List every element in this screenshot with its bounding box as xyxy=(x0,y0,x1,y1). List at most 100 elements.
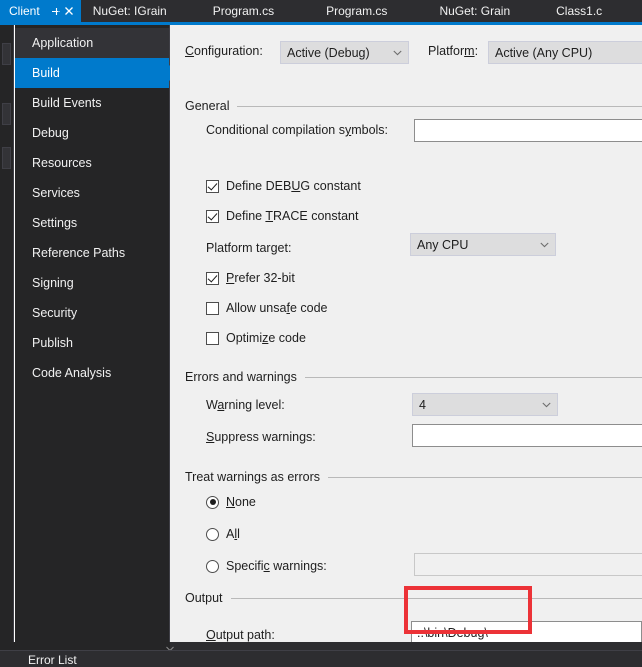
output-path-input[interactable]: ..\bin\Debug\ xyxy=(411,621,642,642)
dock-handle-1[interactable] xyxy=(2,43,11,65)
treat-warnings-specific-label: Specific warnings: xyxy=(226,559,327,573)
warning-level-label: Warning level: xyxy=(206,398,285,412)
warning-level-row: Warning level: xyxy=(206,398,285,412)
sidebar-item-build-events[interactable]: Build Events xyxy=(15,88,169,118)
treat-warnings-none-radio-row[interactable]: None xyxy=(206,495,256,509)
optimize-code-label: Optimize code xyxy=(226,331,306,345)
tab-program-cs-1[interactable]: Program.cs xyxy=(179,0,286,22)
configuration-dropdown[interactable]: Active (Debug) xyxy=(280,41,409,64)
group-rule xyxy=(328,476,642,478)
define-trace-checkbox[interactable] xyxy=(206,209,219,223)
sidebar-item-settings[interactable]: Settings xyxy=(15,208,169,238)
sidebar-item-label: Debug xyxy=(32,126,69,140)
sidebar-item-build[interactable]: Build xyxy=(15,58,178,88)
output-path-label: Output path: xyxy=(206,628,275,642)
platform-target-dropdown[interactable]: Any CPU xyxy=(410,233,556,256)
define-trace-label: Define TRACE constant xyxy=(226,209,359,223)
pin-icon[interactable] xyxy=(49,4,62,18)
sidebar-item-label: Publish xyxy=(32,336,73,350)
treat-warnings-specific-radio-row[interactable]: Specific warnings: xyxy=(206,559,327,573)
platform-target-label: Platform target: xyxy=(206,241,292,255)
treat-warnings-all-radio[interactable] xyxy=(206,527,219,541)
sidebar-item-label: Reference Paths xyxy=(32,246,126,260)
warning-level-dropdown[interactable]: 4 xyxy=(412,393,558,416)
tab-class1-cs[interactable]: Class1.c xyxy=(522,0,614,22)
sidebar-item-label: Settings xyxy=(32,216,78,230)
editor-tab-bar: Client NuGet: IGrain Program.cs Program.… xyxy=(0,0,642,22)
suppress-warnings-input[interactable] xyxy=(412,424,642,447)
dock-strip xyxy=(0,25,14,642)
sidebar-item-label: Services xyxy=(32,186,80,200)
tab-label: Client xyxy=(9,4,40,18)
sidebar-item-reference-paths[interactable]: Reference Paths xyxy=(15,238,169,268)
tab-nuget-igrain[interactable]: NuGet: IGrain xyxy=(81,0,179,22)
sidebar-item-label: Signing xyxy=(32,276,74,290)
configuration-value: Active (Debug) xyxy=(287,45,370,60)
build-properties-pane: Configuration: Active (Debug) Platform: … xyxy=(170,25,642,642)
bottom-panel-divider xyxy=(0,650,642,651)
output-group-title: Output xyxy=(185,591,223,605)
prefer-32bit-checkbox[interactable] xyxy=(206,271,219,285)
tab-nuget-grain[interactable]: NuGet: Grain xyxy=(399,0,522,22)
treat-warnings-group-title: Treat warnings as errors xyxy=(185,470,320,484)
sidebar-item-signing[interactable]: Signing xyxy=(15,268,169,298)
platform-label: Platform: xyxy=(428,44,479,58)
suppress-warnings-label: Suppress warnings: xyxy=(206,430,316,444)
resize-grip-icon[interactable] xyxy=(166,645,174,653)
sidebar-item-label: Code Analysis xyxy=(32,366,112,380)
dock-handle-3[interactable] xyxy=(2,147,11,169)
close-icon[interactable] xyxy=(63,4,76,18)
sidebar-item-label: Build Events xyxy=(32,96,102,110)
platform-target-value: Any CPU xyxy=(417,237,469,252)
define-debug-checkbox[interactable] xyxy=(206,179,219,193)
treat-warnings-all-label: All xyxy=(226,527,240,541)
bottom-panel-left-strip xyxy=(0,642,170,650)
define-debug-label: Define DEBUG constant xyxy=(226,179,361,193)
chevron-down-icon xyxy=(540,242,549,247)
prefer-32bit-checkbox-row[interactable]: Prefer 32-bit xyxy=(206,271,295,285)
optimize-code-checkbox-row[interactable]: Optimize code xyxy=(206,331,306,345)
conditional-symbols-row: Conditional compilation symbols: xyxy=(206,123,388,137)
sidebar-item-debug[interactable]: Debug xyxy=(15,118,169,148)
conditional-symbols-input[interactable] xyxy=(414,119,642,142)
suppress-warnings-row: Suppress warnings: xyxy=(206,430,316,444)
sidebar-item-application[interactable]: Application xyxy=(15,28,169,58)
errors-warnings-group-title: Errors and warnings xyxy=(185,370,297,384)
sidebar-item-resources[interactable]: Resources xyxy=(15,148,169,178)
platform-dropdown[interactable]: Active (Any CPU) xyxy=(488,41,642,64)
allow-unsafe-checkbox[interactable] xyxy=(206,301,219,315)
sidebar-item-label: Security xyxy=(32,306,78,320)
errors-warnings-group-header: Errors and warnings xyxy=(185,370,642,384)
project-properties-category-list: Application Build Build Events Debug Res… xyxy=(15,25,178,642)
define-trace-checkbox-row[interactable]: Define TRACE constant xyxy=(206,209,359,223)
chevron-down-icon xyxy=(542,402,551,407)
platform-value: Active (Any CPU) xyxy=(495,45,593,60)
sidebar-item-services[interactable]: Services xyxy=(15,178,169,208)
allow-unsafe-checkbox-row[interactable]: Allow unsafe code xyxy=(206,301,327,315)
dock-handle-2[interactable] xyxy=(2,103,11,125)
configuration-label: Configuration: xyxy=(185,44,263,58)
treat-warnings-group-header: Treat warnings as errors xyxy=(185,470,642,484)
warning-level-value: 4 xyxy=(419,397,426,412)
sidebar-item-publish[interactable]: Publish xyxy=(15,328,169,358)
output-path-value: ..\bin\Debug\ xyxy=(417,625,488,640)
treat-warnings-all-radio-row[interactable]: All xyxy=(206,527,240,541)
configuration-row: Configuration: xyxy=(185,44,263,58)
sidebar-item-code-analysis[interactable]: Code Analysis xyxy=(15,358,169,388)
group-rule xyxy=(304,376,642,378)
prefer-32bit-label: Prefer 32-bit xyxy=(226,271,295,285)
error-list-tab[interactable]: Error List xyxy=(28,653,77,667)
treat-warnings-none-label: None xyxy=(226,495,256,509)
allow-unsafe-label: Allow unsafe code xyxy=(226,301,328,315)
output-group-header: Output xyxy=(185,591,642,605)
treat-warnings-specific-radio[interactable] xyxy=(206,559,219,573)
tab-client[interactable]: Client xyxy=(0,0,81,22)
define-debug-checkbox-row[interactable]: Define DEBUG constant xyxy=(206,179,361,193)
tab-program-cs-2[interactable]: Program.cs xyxy=(286,0,399,22)
sidebar-item-label: Build xyxy=(32,66,60,80)
optimize-code-checkbox[interactable] xyxy=(206,331,219,345)
conditional-symbols-label: Conditional compilation symbols: xyxy=(206,123,389,137)
specific-warnings-input[interactable] xyxy=(414,553,642,576)
sidebar-item-security[interactable]: Security xyxy=(15,298,169,328)
treat-warnings-none-radio[interactable] xyxy=(206,495,219,509)
